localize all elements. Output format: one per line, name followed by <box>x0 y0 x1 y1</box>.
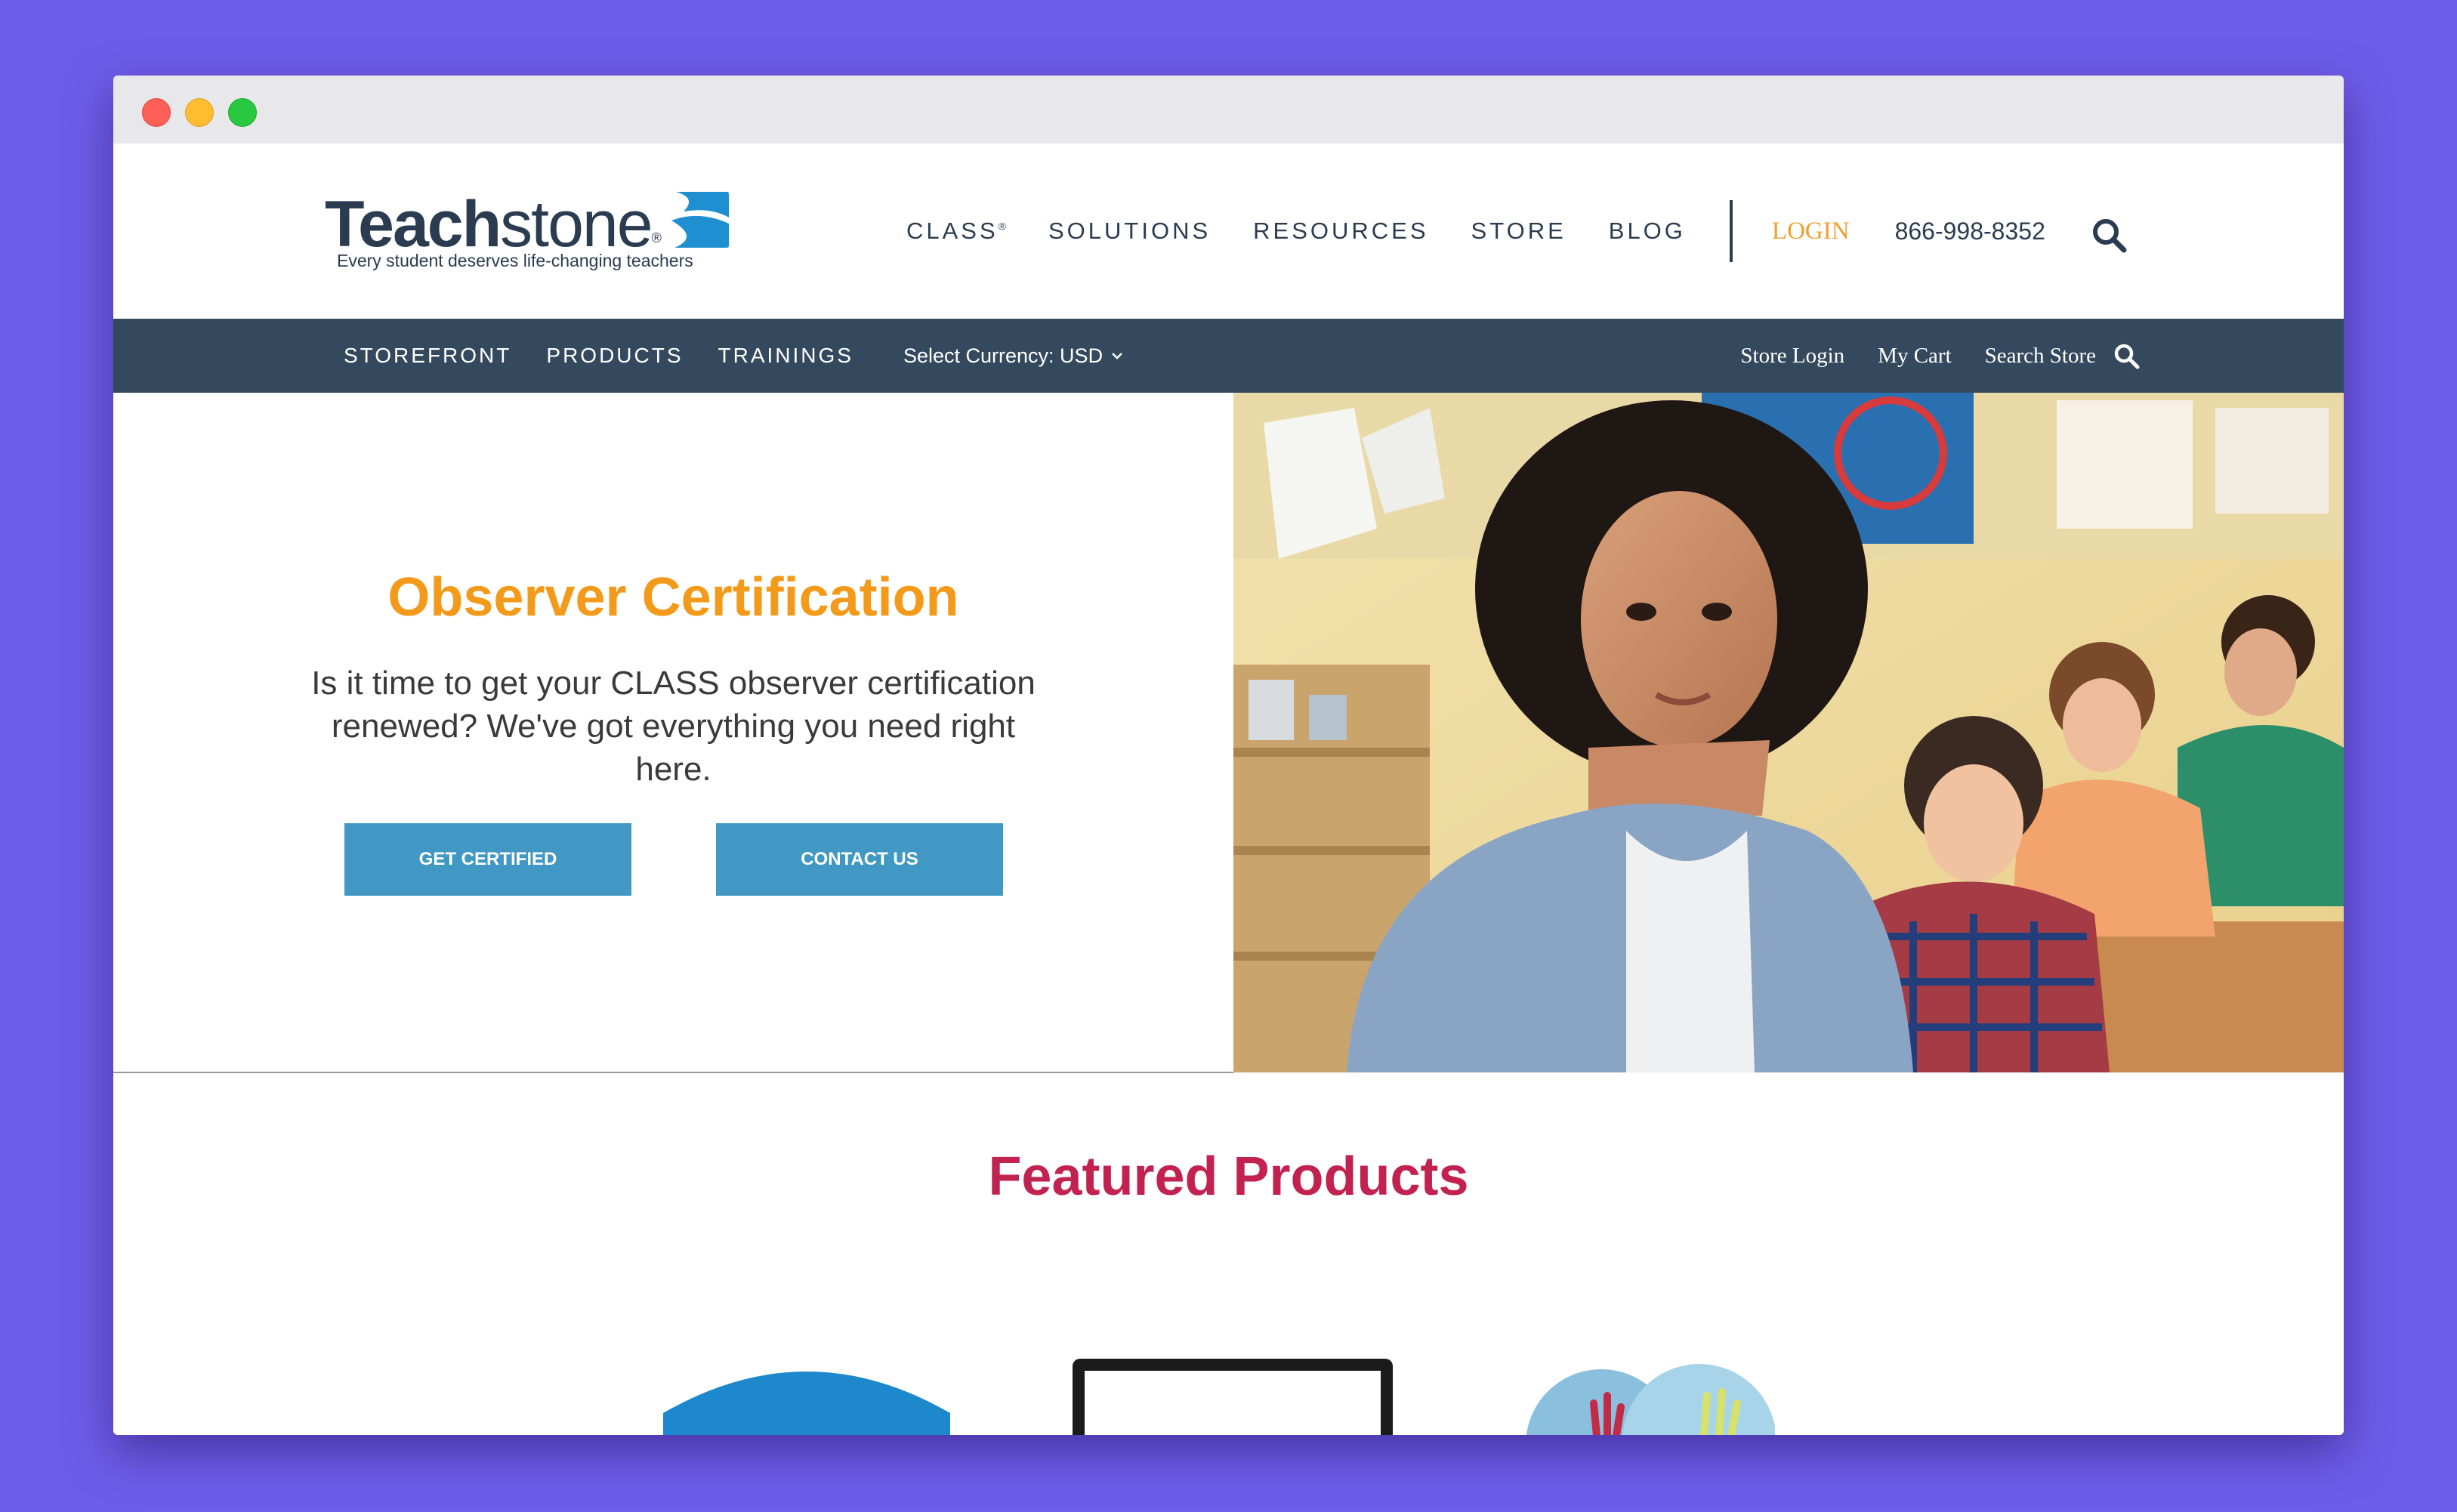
store-link-trainings[interactable]: TRAININGS <box>718 344 853 368</box>
maximize-window-button[interactable] <box>228 98 257 127</box>
phone-number[interactable]: 866-998-8352 <box>1895 218 2045 245</box>
login-link[interactable]: LOGIN <box>1772 218 1850 245</box>
nav-item-resources[interactable]: RESOURCES <box>1253 218 1428 245</box>
product-thumbnail-2[interactable] <box>1071 1357 1394 1435</box>
product-thumbnail-1[interactable] <box>656 1360 958 1435</box>
store-nav-right: Store Login My Cart Search Store <box>1707 319 2140 393</box>
currency-select[interactable]: Select Currency: USD <box>903 344 1124 368</box>
logo-wordmark: Teachstone® <box>325 188 662 261</box>
main-nav: CLASS® SOLUTIONS RESOURCES STORE BLOG LO… <box>906 143 2127 319</box>
teachstone-logo[interactable]: Teachstone® Every student deserves life-… <box>325 190 733 273</box>
store-nav-left: STOREFRONT PRODUCTS TRAININGS Select Cur… <box>344 319 1124 393</box>
product-thumbnail-3[interactable] <box>1518 1362 1775 1435</box>
featured-products-title: Featured Products <box>988 1146 1469 1207</box>
logo-swoosh-icon <box>671 192 729 248</box>
chevron-down-icon <box>1112 353 1122 359</box>
site-header: Teachstone® Every student deserves life-… <box>113 143 2344 319</box>
hero-content: Observer Certification Is it time to get… <box>113 393 1233 1072</box>
window-titlebar <box>113 76 2344 143</box>
hero-section: Observer Certification Is it time to get… <box>113 393 2344 1073</box>
store-nav-bar: STOREFRONT PRODUCTS TRAININGS Select Cur… <box>113 319 2344 393</box>
nav-item-class[interactable]: CLASS® <box>906 218 1006 245</box>
logo-word-light: stone <box>500 188 653 261</box>
close-window-button[interactable] <box>142 98 171 127</box>
search-icon[interactable] <box>2091 217 2127 253</box>
contact-us-button[interactable]: CONTACT US <box>716 823 1003 896</box>
nav-item-store[interactable]: STORE <box>1471 218 1566 245</box>
hero-classroom-photo <box>1233 393 2344 1072</box>
nav-divider <box>1729 200 1733 262</box>
store-login-link[interactable]: Store Login <box>1740 344 1844 369</box>
store-link-products[interactable]: PRODUCTS <box>546 344 683 368</box>
nav-item-solutions[interactable]: SOLUTIONS <box>1048 218 1211 245</box>
nav-item-label: CLASS <box>906 218 999 244</box>
nav-item-sup: ® <box>998 220 1006 233</box>
currency-select-label: Select Currency: USD <box>903 344 1103 367</box>
search-icon[interactable] <box>2113 342 2140 369</box>
hero-title: Observer Certification <box>387 567 959 628</box>
store-link-storefront[interactable]: STOREFRONT <box>344 344 511 368</box>
logo-tagline: Every student deserves life-changing tea… <box>337 251 693 270</box>
featured-products-section: Featured Products <box>113 1073 2344 1435</box>
my-cart-link[interactable]: My Cart <box>1878 344 1951 369</box>
nav-item-blog[interactable]: BLOG <box>1609 218 1686 245</box>
minimize-window-button[interactable] <box>185 98 214 127</box>
logo-registered-mark: ® <box>651 230 662 245</box>
search-store-link[interactable]: Search Store <box>1985 344 2096 369</box>
logo-word-bold: Teach <box>325 188 502 261</box>
hero-description: Is it time to get your CLASS observer ce… <box>311 665 1036 788</box>
browser-window: Teachstone® Every student deserves life-… <box>113 76 2344 1435</box>
get-certified-button[interactable]: GET CERTIFIED <box>344 823 631 896</box>
